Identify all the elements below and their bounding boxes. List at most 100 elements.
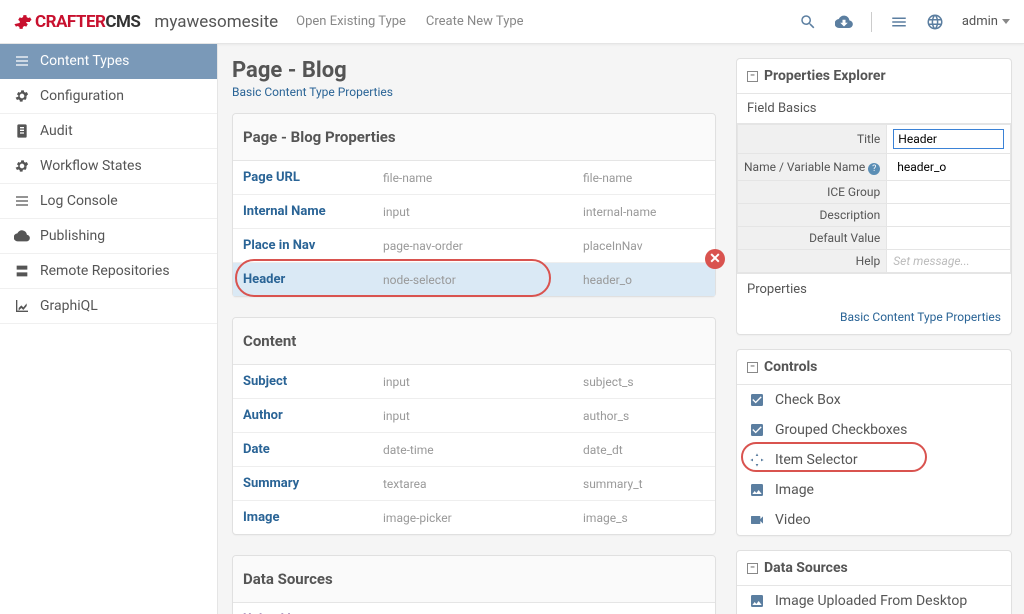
control-label: Grouped Checkboxes bbox=[775, 422, 907, 438]
pe-value-default-value[interactable] bbox=[887, 227, 1011, 250]
property-name: Header bbox=[243, 272, 383, 287]
sidebar-item-audit[interactable]: Audit bbox=[0, 114, 217, 149]
chart-icon bbox=[14, 298, 30, 314]
cloud-download-icon[interactable] bbox=[835, 13, 853, 31]
datasource-row-upload-images[interactable]: Upload Images img-desktop-upload (image)… bbox=[233, 603, 715, 614]
property-var: placeInNav bbox=[583, 239, 643, 253]
field-basics-label: Field Basics bbox=[737, 94, 1011, 124]
control-video[interactable]: Video bbox=[737, 505, 1011, 535]
basic-content-type-properties-link-2[interactable]: Basic Content Type Properties bbox=[737, 305, 1011, 334]
pe-label-title: Title bbox=[738, 125, 887, 154]
logo[interactable]: CRAFTERCMS bbox=[14, 12, 140, 32]
properties-explorer-title: Properties Explorer bbox=[764, 68, 886, 84]
property-var: subject_s bbox=[583, 375, 634, 389]
property-type: page-nav-order bbox=[383, 239, 583, 253]
control-item-selector[interactable]: Item Selector bbox=[737, 445, 1011, 475]
audit-icon bbox=[14, 123, 30, 139]
image-icon bbox=[749, 593, 765, 609]
sidebar-item-graphiql[interactable]: GraphiQL bbox=[0, 289, 217, 324]
collapse-icon: − bbox=[747, 362, 758, 373]
pe-value-description[interactable] bbox=[887, 204, 1011, 227]
control-check-box[interactable]: Check Box bbox=[737, 385, 1011, 415]
server-icon bbox=[14, 263, 30, 279]
property-var: header_o bbox=[583, 273, 632, 287]
properties-explorer-header[interactable]: − Properties Explorer bbox=[737, 59, 1011, 94]
property-row-place-in-nav[interactable]: Place in Nav page-nav-order placeInNav bbox=[233, 229, 715, 263]
control-grouped-checkboxes[interactable]: Grouped Checkboxes bbox=[737, 415, 1011, 445]
datasource-image-uploaded-desktop[interactable]: Image Uploaded From Desktop bbox=[737, 586, 1011, 614]
property-row-header[interactable]: ✕ Header node-selector header_o bbox=[233, 263, 715, 296]
sidebar: Content Types Configuration Audit Workfl… bbox=[0, 44, 218, 614]
gear-icon bbox=[14, 158, 30, 174]
property-type: textarea bbox=[383, 477, 583, 491]
list-icon bbox=[14, 193, 30, 209]
main-content: Page - Blog Basic Content Type Propertie… bbox=[218, 44, 736, 614]
datasources-panel: Data Sources Upload Images img-desktop-u… bbox=[232, 555, 716, 614]
property-type: input bbox=[383, 409, 583, 423]
gear-icon bbox=[14, 13, 32, 31]
menu-icon[interactable] bbox=[890, 13, 908, 31]
sidebar-item-label: Log Console bbox=[40, 193, 118, 209]
sidebar-item-workflow-states[interactable]: Workflow States bbox=[0, 149, 217, 184]
help-icon[interactable]: ? bbox=[868, 163, 880, 175]
pe-label-help: Help bbox=[738, 250, 887, 273]
property-row-summary[interactable]: Summary textarea summary_t bbox=[233, 467, 715, 501]
sidebar-item-label: Content Types bbox=[40, 53, 129, 69]
property-row-date[interactable]: Date date-time date_dt bbox=[233, 433, 715, 467]
user-menu[interactable]: admin bbox=[962, 14, 1010, 29]
property-type: file-name bbox=[383, 171, 583, 185]
separator bbox=[871, 12, 872, 32]
control-image[interactable]: Image bbox=[737, 475, 1011, 505]
property-var: summary_t bbox=[583, 477, 643, 491]
property-type: node-selector bbox=[383, 273, 583, 287]
property-name: Place in Nav bbox=[243, 238, 383, 253]
property-name: Summary bbox=[243, 476, 383, 491]
video-icon bbox=[749, 512, 765, 528]
checkbox-icon bbox=[749, 422, 765, 438]
controls-title: Controls bbox=[764, 359, 817, 375]
globe-icon[interactable] bbox=[926, 13, 944, 31]
property-name: Internal Name bbox=[243, 204, 383, 219]
property-row-author[interactable]: Author input author_s bbox=[233, 399, 715, 433]
sidebar-item-log-console[interactable]: Log Console bbox=[0, 184, 217, 219]
collapse-icon: − bbox=[747, 71, 758, 82]
open-existing-type-link[interactable]: Open Existing Type bbox=[296, 14, 406, 29]
pe-value-ice-group[interactable] bbox=[887, 181, 1011, 204]
sidebar-item-label: Remote Repositories bbox=[40, 263, 170, 279]
right-column: − Properties Explorer Field Basics Title… bbox=[736, 44, 1024, 614]
pe-label-name: Name / Variable Name? bbox=[738, 154, 887, 181]
sidebar-item-configuration[interactable]: Configuration bbox=[0, 79, 217, 114]
property-type: input bbox=[383, 205, 583, 219]
create-new-type-link[interactable]: Create New Type bbox=[426, 14, 524, 29]
control-label: Video bbox=[775, 512, 811, 528]
pe-value-help[interactable]: Set message... bbox=[887, 250, 1011, 273]
datasources-title: Data Sources bbox=[764, 560, 848, 576]
delete-field-button[interactable]: ✕ bbox=[705, 249, 725, 269]
basic-content-type-properties-link[interactable]: Basic Content Type Properties bbox=[232, 85, 393, 99]
pe-input-title[interactable] bbox=[893, 129, 1004, 149]
datasources-header[interactable]: − Data Sources bbox=[737, 551, 1011, 586]
property-row-image[interactable]: Image image-picker image_s bbox=[233, 501, 715, 534]
controls-header[interactable]: − Controls bbox=[737, 350, 1011, 385]
logo-red: CRAFTER bbox=[35, 12, 105, 32]
sidebar-item-label: GraphiQL bbox=[40, 298, 98, 314]
sidebar-item-content-types[interactable]: Content Types bbox=[0, 44, 217, 79]
property-row-subject[interactable]: Subject input subject_s bbox=[233, 365, 715, 399]
search-icon[interactable] bbox=[799, 13, 817, 31]
properties-section-label[interactable]: Properties bbox=[737, 273, 1011, 305]
control-label: Item Selector bbox=[775, 452, 858, 468]
datasources-panel-header: Data Sources bbox=[233, 556, 715, 603]
property-row-page-url[interactable]: Page URL file-name file-name bbox=[233, 161, 715, 195]
property-name: Date bbox=[243, 442, 383, 457]
property-type: image-picker bbox=[383, 511, 583, 525]
property-row-internal-name[interactable]: Internal Name input internal-name bbox=[233, 195, 715, 229]
sidebar-item-label: Publishing bbox=[40, 228, 105, 244]
sidebar-item-label: Audit bbox=[40, 123, 73, 139]
pe-input-name[interactable] bbox=[893, 158, 1004, 176]
datasource-label: Image Uploaded From Desktop bbox=[775, 593, 967, 609]
properties-explorer-panel: − Properties Explorer Field Basics Title… bbox=[736, 58, 1012, 335]
property-name: Image bbox=[243, 510, 383, 525]
sidebar-item-publishing[interactable]: Publishing bbox=[0, 219, 217, 254]
top-header: CRAFTERCMS myawesomesite Open Existing T… bbox=[0, 0, 1024, 44]
sidebar-item-remote-repositories[interactable]: Remote Repositories bbox=[0, 254, 217, 289]
